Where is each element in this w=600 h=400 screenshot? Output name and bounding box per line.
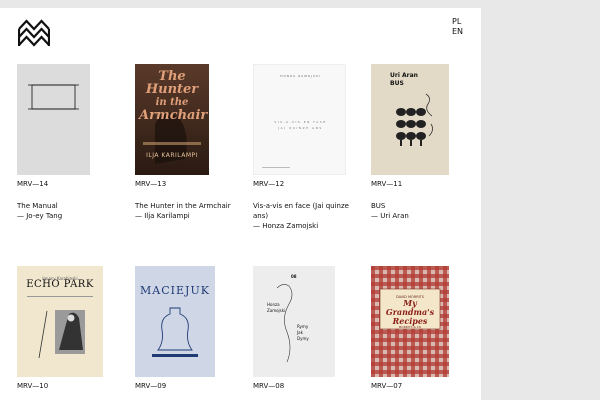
book-cover-my-grandmas-recipes[interactable]: DAVID MORRITS My Grandma's Recipes MORRI… bbox=[371, 266, 449, 377]
cover-title-text: The Hunter in the Armchair bbox=[139, 69, 208, 123]
book-code: MRV—11 bbox=[371, 180, 403, 188]
book-code: MRV—10 bbox=[17, 382, 49, 390]
book-cover-bus[interactable]: Uri Aran BUS bbox=[371, 64, 449, 175]
book-cover-vis-a-vis[interactable]: HONZA ZAMOJSKI VIS-A-VIS EN FACE JAI QUI… bbox=[253, 64, 346, 175]
book-code: MRV—07 bbox=[371, 382, 403, 390]
book-cover-echo-park[interactable]: Ignacy Karabinski ECHO PARK bbox=[17, 266, 103, 377]
language-switcher: PL EN bbox=[452, 17, 463, 37]
book-item-11[interactable]: Uri Aran BUS MRV—11 BUS — Uri Aran bbox=[371, 64, 481, 221]
lang-en-link[interactable]: EN bbox=[452, 27, 463, 37]
lang-pl-link[interactable]: PL bbox=[452, 17, 463, 27]
book-item-13[interactable]: The Hunter in the Armchair ILJA KARILAMP… bbox=[135, 64, 245, 221]
book-item-10[interactable]: Ignacy Karabinski ECHO PARK MRV—10 bbox=[17, 266, 127, 391]
page: PL EN MRV—14 The Manual — Jo-ey Tang The… bbox=[0, 8, 481, 400]
book-author: — Uri Aran bbox=[371, 212, 409, 220]
cover-author-text: ILJA KARILAMPI bbox=[146, 152, 198, 159]
book-title[interactable]: BUS bbox=[371, 201, 481, 211]
book-item-09[interactable]: MACIEJUK MRV—09 bbox=[135, 266, 245, 391]
book-title[interactable]: The Hunter in the Armchair bbox=[135, 201, 245, 211]
book-item-08[interactable]: 08 Honza Zamojski Rymy Jak Dymy MRV—08 bbox=[253, 266, 363, 391]
book-code: MRV—12 bbox=[253, 180, 285, 188]
book-item-12[interactable]: HONZA ZAMOJSKI VIS-A-VIS EN FACE JAI QUI… bbox=[253, 64, 363, 231]
book-author: — Jo-ey Tang bbox=[17, 212, 63, 220]
book-title[interactable]: The Manual bbox=[17, 201, 127, 211]
book-code: MRV—14 bbox=[17, 180, 49, 188]
book-cover-maciejuk[interactable]: MACIEJUK bbox=[135, 266, 215, 377]
book-cover-the-manual[interactable] bbox=[17, 64, 90, 175]
mrv-logo[interactable] bbox=[18, 19, 50, 47]
book-code: MRV—13 bbox=[135, 180, 167, 188]
book-code: MRV—08 bbox=[253, 382, 285, 390]
book-cover-rymy-jak-dymy[interactable]: 08 Honza Zamojski Rymy Jak Dymy bbox=[253, 266, 335, 377]
book-item-07[interactable]: DAVID MORRITS My Grandma's Recipes MORRI… bbox=[371, 266, 481, 391]
book-cover-hunter-in-the-armchair[interactable]: The Hunter in the Armchair ILJA KARILAMP… bbox=[135, 64, 209, 175]
book-code: MRV—09 bbox=[135, 382, 167, 390]
book-item-14[interactable]: MRV—14 The Manual — Jo-ey Tang bbox=[17, 64, 127, 221]
book-author: — Ilja Karilampi bbox=[135, 212, 190, 220]
book-author: — Honza Zamojski bbox=[253, 222, 319, 230]
book-title[interactable]: Vis-a-vis en face (Jai quinze ans) bbox=[253, 201, 363, 221]
